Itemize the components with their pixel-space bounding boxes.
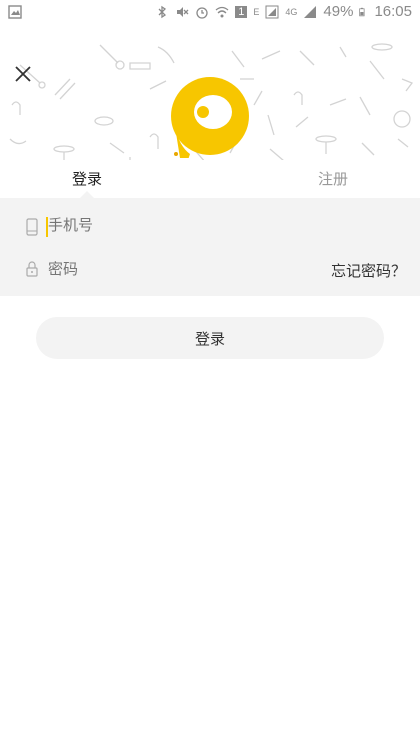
phone-row xyxy=(0,203,420,251)
active-tab-indicator xyxy=(80,191,94,198)
status-icons: 1 E 4G 49% 16:05 xyxy=(155,3,412,20)
sim-indicator: 1 xyxy=(235,5,248,18)
auth-tabs: 登录 注册 xyxy=(0,160,420,198)
app-logo xyxy=(171,77,249,158)
wifi-icon xyxy=(215,6,229,17)
status-bar: 1 E 4G 49% 16:05 xyxy=(0,0,420,26)
password-input[interactable] xyxy=(48,260,298,278)
battery-percent: 49% xyxy=(323,3,354,20)
network-type: 4G xyxy=(285,6,298,17)
alarm-icon xyxy=(196,6,208,19)
phone-input[interactable] xyxy=(48,216,298,234)
signal-label: E xyxy=(253,6,260,17)
close-icon[interactable] xyxy=(12,63,34,85)
signal-bars-icon xyxy=(304,5,317,18)
mute-icon xyxy=(177,6,189,17)
password-row: 忘记密码？ xyxy=(0,247,420,295)
tab-login[interactable]: 登录 xyxy=(72,168,102,189)
bluetooth-icon xyxy=(158,5,167,18)
login-button[interactable]: 登录 xyxy=(36,317,384,359)
signal-icon xyxy=(265,5,279,18)
phone-icon xyxy=(26,218,38,236)
clock: 16:05 xyxy=(374,3,412,20)
login-form: 忘记密码？ xyxy=(0,198,420,296)
header-banner xyxy=(0,26,420,160)
battery-icon xyxy=(359,7,365,16)
image-icon xyxy=(8,5,22,19)
forgot-password-link[interactable]: 忘记密码？ xyxy=(331,260,406,281)
lock-icon xyxy=(26,261,38,277)
tab-register[interactable]: 注册 xyxy=(318,168,348,189)
